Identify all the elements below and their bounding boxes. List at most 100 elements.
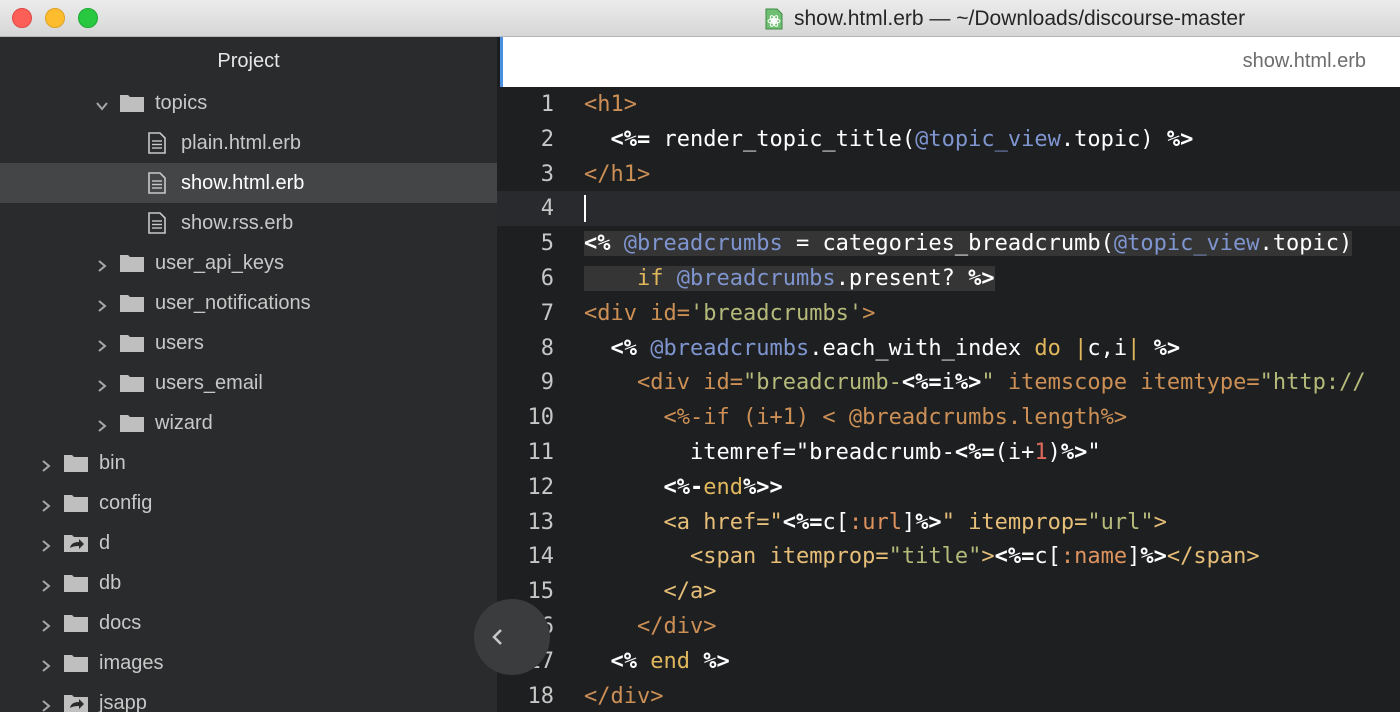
- folder-item-db[interactable]: db: [0, 563, 497, 603]
- code-text: <a href="<%=c[:url]%>" itemprop="url">: [584, 509, 1166, 535]
- code-token: c[: [1034, 544, 1061, 570]
- chevron-down-icon[interactable]: [95, 96, 109, 111]
- code-text: <% end %>: [584, 649, 730, 674]
- code-line[interactable]: 15 </a>: [497, 574, 1400, 609]
- chevron-right-icon[interactable]: [39, 616, 53, 632]
- code-line[interactable]: 13 <a href="<%=c[:url]%>" itemprop="url"…: [497, 505, 1400, 540]
- file-item-plain-html-erb[interactable]: plain.html.erb: [0, 123, 497, 163]
- zoom-window-button[interactable]: [78, 8, 98, 28]
- code-line[interactable]: 8 <% @breadcrumbs.each_with_index do |c,…: [497, 331, 1400, 366]
- file-item-show-rss-erb[interactable]: show.rss.erb: [0, 203, 497, 243]
- chevron-right-icon[interactable]: [39, 496, 53, 512]
- code-token: @breadcrumbs: [676, 266, 836, 291]
- code-line[interactable]: 17 <% end %>: [497, 644, 1400, 679]
- tab-show-html-erb[interactable]: show.html.erb: [1243, 50, 1366, 73]
- tree-item-label: config: [99, 491, 153, 514]
- folder-icon: [63, 493, 89, 513]
- file-item-show-html-erb[interactable]: show.html.erb: [0, 163, 497, 203]
- chevron-right-icon[interactable]: [39, 656, 53, 672]
- chevron-right-icon[interactable]: [95, 256, 109, 272]
- tree-item-label: db: [99, 571, 122, 594]
- code-token: id=: [650, 300, 690, 326]
- folder-item-bin[interactable]: bin: [0, 443, 497, 483]
- code-line[interactable]: 10 <%-if (i+1) < @breadcrumbs.length%>: [497, 400, 1400, 435]
- chevron-right-icon[interactable]: [95, 336, 109, 352]
- code-token: %>: [915, 509, 942, 535]
- chevron-right-icon[interactable]: [95, 376, 109, 392]
- code-text: </div>: [584, 614, 716, 639]
- folder-item-user-api-keys[interactable]: user_api_keys: [0, 243, 497, 283]
- folder-item-users[interactable]: users: [0, 323, 497, 363]
- chevron-right-icon[interactable]: [95, 296, 109, 312]
- chevron-right-icon[interactable]: [39, 576, 53, 592]
- code-token: do: [1034, 335, 1061, 361]
- chevron-right-icon[interactable]: [39, 536, 53, 552]
- folder-item-jsapp[interactable]: jsapp: [0, 683, 497, 712]
- symlink-folder-icon: [63, 693, 89, 712]
- folder-item-config[interactable]: config: [0, 483, 497, 523]
- code-token: @topic_view: [915, 126, 1061, 152]
- chevron-left-icon: [492, 629, 502, 645]
- code-token: "title": [888, 544, 982, 570]
- code-line[interactable]: 1 <h1>: [497, 87, 1400, 122]
- file-icon: [147, 172, 167, 194]
- code-line[interactable]: 2 <%= render_topic_title(@topic_view.top…: [497, 122, 1400, 157]
- code-token: %>: [703, 648, 730, 674]
- code-token: @breadcrumbs: [623, 231, 783, 257]
- code-line[interactable]: 3 </h1>: [497, 157, 1400, 192]
- folder-item-users-email[interactable]: users_email: [0, 363, 497, 403]
- code-token: %>: [968, 266, 995, 291]
- folder-icon: [63, 613, 89, 633]
- code-token: ]: [901, 509, 916, 535]
- file-icon: [147, 132, 167, 154]
- code-line[interactable]: 9 <div id="breadcrumb-<%=i%>" itemscope …: [497, 365, 1400, 400]
- code-line[interactable]: 7 <div id='breadcrumbs'>: [497, 296, 1400, 331]
- code-line[interactable]: 18 </div>: [497, 679, 1400, 712]
- folder-icon: [119, 333, 145, 353]
- code-line[interactable]: 14 <span itemprop="title"><%=c[:name]%><…: [497, 539, 1400, 574]
- folder-item-wizard[interactable]: wizard: [0, 403, 497, 443]
- folder-item-images[interactable]: images: [0, 643, 497, 683]
- chevron-right-icon[interactable]: [95, 416, 109, 432]
- code-token: 1: [1034, 440, 1048, 465]
- code-line[interactable]: 16 </div>: [497, 609, 1400, 644]
- code-line[interactable]: 12 <%-end%>>: [497, 470, 1400, 505]
- line-number: 3: [540, 161, 554, 187]
- symlink-folder-icon: [63, 533, 89, 553]
- code-token: ": [941, 509, 955, 535]
- code-token: itemprop=: [769, 544, 889, 570]
- collapse-panel-button[interactable]: [474, 599, 550, 675]
- folder-item-d[interactable]: d: [0, 523, 497, 563]
- code-token: itemscope: [1007, 370, 1128, 396]
- folder-icon: [63, 653, 89, 673]
- code-line[interactable]: 4: [497, 191, 1400, 227]
- code-token: .topic): [1060, 126, 1167, 152]
- folder-item-topics[interactable]: topics: [0, 83, 497, 123]
- code-line[interactable]: 11 itemref="breadcrumb-<%=(i+1)%>": [497, 435, 1400, 470]
- code-token: >: [981, 544, 995, 570]
- folder-icon: [119, 253, 145, 273]
- tree-item-label: show.rss.erb: [181, 211, 294, 234]
- chevron-right-icon[interactable]: [39, 696, 53, 712]
- tab-bar: show.html.erb: [500, 37, 1400, 87]
- code-line[interactable]: 5 <% @breadcrumbs = categories_breadcrumb…: [497, 226, 1400, 261]
- code-token: ]: [1127, 544, 1141, 570]
- code-editor[interactable]: 1 <h1> 2 <%= render_topic_title(@topic_vie…: [497, 87, 1400, 712]
- code-line[interactable]: 6 if @breadcrumbs.present? %>: [497, 261, 1400, 296]
- code-token: <%-: [663, 474, 704, 500]
- code-token: itemref="breadcrumb-: [584, 440, 955, 465]
- folder-icon: [63, 573, 89, 593]
- folder-item-docs[interactable]: docs: [0, 603, 497, 643]
- folder-item-user-notifications[interactable]: user_notifications: [0, 283, 497, 323]
- minimize-window-button[interactable]: [45, 8, 65, 28]
- code-token: "url": [1087, 509, 1154, 535]
- close-window-button[interactable]: [12, 8, 32, 28]
- code-token: :url: [848, 509, 902, 535]
- code-text: if @breadcrumbs.present? %>: [584, 266, 995, 291]
- chevron-right-icon[interactable]: [39, 456, 53, 472]
